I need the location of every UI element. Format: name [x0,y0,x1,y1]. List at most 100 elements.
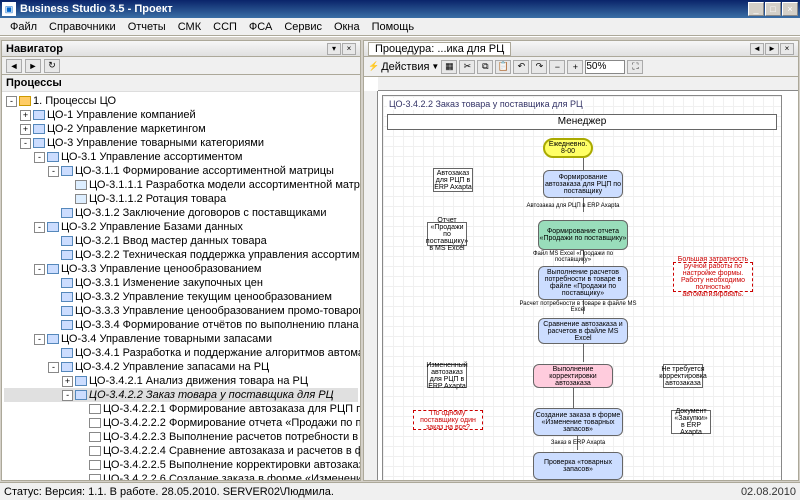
annotation[interactable]: По одному поставщику один заказ на все? [413,410,483,430]
annotation[interactable]: Большая затратность ручной работы по нас… [673,262,753,292]
expand-icon[interactable]: - [34,152,45,163]
diagram-prev-button[interactable]: ◄ [750,43,764,55]
expand-icon[interactable]: + [20,124,31,135]
expand-icon[interactable]: + [20,110,31,121]
tree-node[interactable]: - ЦО-3.3 Управление ценообразованием [4,262,358,276]
tree-node[interactable]: ЦО-3.4.2.2.5 Выполнение корректировки ав… [4,458,358,472]
expand-icon[interactable]: - [34,264,45,275]
tree-node[interactable]: ЦО-3.4.2.2.3 Выполнение расчетов потребн… [4,430,358,444]
cut-icon[interactable]: ✂ [459,60,475,74]
tree-node[interactable]: ЦО-3.1.2 Заключение договоров с поставщи… [4,206,358,220]
tree-node[interactable]: ЦО-3.3.4 Формирование отчётов по выполне… [4,318,358,332]
data-icon [75,194,87,204]
menu-ssp[interactable]: ССП [207,20,243,34]
zoom-fit-icon[interactable]: ⛶ [627,60,643,74]
tree-node[interactable]: -ЦО-3.4 Управление товарными запасами [4,332,358,346]
tree-node[interactable]: -ЦО-3.4.2.2 Заказ товара у поставщика дл… [4,388,358,402]
expand-icon[interactable]: - [20,138,31,149]
menu-references[interactable]: Справочники [43,20,122,34]
nav-pin-button[interactable]: ▾ [327,43,341,55]
forward-icon[interactable]: ► [25,59,41,73]
layout-icon[interactable]: ▦ [441,60,457,74]
tree-node[interactable]: ЦО-3.1.1.1 Разработка модели ассортимент… [4,178,358,192]
maximize-button[interactable]: □ [765,2,781,16]
tree-node[interactable]: ЦО-3.4.2.2.1 Формирование автозаказа для… [4,402,358,416]
minimize-button[interactable]: _ [748,2,764,16]
task-compare[interactable]: Сравнение автозаказа и расчетов в файле … [538,318,628,344]
process-tree[interactable]: -1. Процессы ЦО + ЦО-1 Управление компание… [2,92,360,480]
tree-node[interactable]: +ЦО-3.4.2.1 Анализ движения товара на РЦ [4,374,358,388]
expand-icon[interactable]: - [6,96,17,107]
expand-icon[interactable]: - [48,362,59,373]
tree-node[interactable]: ЦО-3.4.2.2.4 Сравнение автозаказа и расч… [4,444,358,458]
tree-node[interactable]: +ЦО-2 Управление маркетингом [4,122,358,136]
diagram-canvas[interactable]: ЦО-3.4.2.2 Заказ товара у поставщика для… [364,77,798,480]
data-object[interactable]: Измененный автозаказ для РЦП в ERP Axapt… [427,364,467,388]
data-object[interactable]: Документ «Закупки» в ERP Axapta [671,410,711,434]
copy-icon[interactable]: ⧉ [477,60,493,74]
task-stock-check[interactable]: Проверка «товарных запасов» [533,452,623,480]
zoom-out-icon[interactable]: − [549,60,565,74]
zoom-in-icon[interactable]: + [567,60,583,74]
data-object[interactable]: Отчет «Продажи по поставщику» в MS Excel [427,222,467,246]
menu-smk[interactable]: СМК [172,20,207,34]
menu-reports[interactable]: Отчеты [122,20,172,34]
expand-icon[interactable]: - [34,222,45,233]
tree-node[interactable]: -ЦО-3 Управление товарными категориями [4,136,358,150]
close-button[interactable]: × [782,2,798,16]
doc-icon [89,446,101,456]
diagram-page: ЦО-3.4.2.2 Заказ товара у поставщика для… [382,95,782,480]
tree-node[interactable]: ЦО-3.3.2 Управление текущим ценообразова… [4,290,358,304]
zoom-input[interactable] [585,60,625,74]
folder-icon [19,96,31,106]
paste-icon[interactable]: 📋 [495,60,511,74]
tree-node-label: ЦО-3.3 Управление ценообразованием [61,263,261,275]
nav-close-button[interactable]: × [342,43,356,55]
tree-node[interactable]: ЦО-3.4.1 Разработка и поддержание алгори… [4,346,358,360]
tree-node-label: ЦО-1 Управление компанией [47,109,196,121]
redo-icon[interactable]: ↷ [531,60,547,74]
tree-node[interactable]: -1. Процессы ЦО [4,94,358,108]
task-create-order[interactable]: Создание заказа в форме «Изменение товар… [533,408,623,436]
task-calc[interactable]: Выполнение расчетов потребности в товаре… [538,266,628,300]
tree-node[interactable]: ЦО-3.4.2.2.2 Формирование отчета «Продаж… [4,416,358,430]
tree-node[interactable]: ЦО-3.4.2.2.6 Создание заказа в форме «Из… [4,472,358,480]
proc-icon [61,250,73,260]
undo-icon[interactable]: ↶ [513,60,529,74]
tree-node[interactable]: ЦО-3.3.3 Управление ценообразованием про… [4,304,358,318]
task-correct[interactable]: Выполнение корректировки автозаказа [533,364,613,388]
tree-node[interactable]: + ЦО-1 Управление компанией [4,108,358,122]
menu-service[interactable]: Сервис [278,20,328,34]
tree-node-label: ЦО-3.3.3 Управление ценообразованием про… [75,305,360,317]
tree-node[interactable]: -ЦО-3.1.1 Формирование ассортиментной ма… [4,164,358,178]
expand-icon[interactable]: - [62,390,73,401]
expand-icon[interactable]: + [62,376,73,387]
menu-file[interactable]: Файл [4,20,43,34]
menu-help[interactable]: Помощь [366,20,421,34]
expand-icon[interactable]: - [48,166,59,177]
back-icon[interactable]: ◄ [6,59,22,73]
tree-node-label: ЦО-3.4.2 Управление запасами на РЦ [75,361,269,373]
diagram-close-button[interactable]: × [780,43,794,55]
actions-menu[interactable]: Действия [381,61,429,73]
data-object[interactable]: Автозаказ для РЦП в ERP Axapta [433,168,473,192]
tree-node[interactable]: -ЦО-3.2 Управление Базами данных [4,220,358,234]
refresh-icon[interactable]: ↻ [44,59,60,73]
expand-icon[interactable]: - [34,334,45,345]
data-object[interactable]: Не требуется корректировка автозаказа [663,364,703,388]
diagram-tab-title: Процедура: ...ика для РЦ [368,42,511,56]
task-report[interactable]: Формирование отчета «Продажи по поставщи… [538,220,628,250]
menu-windows[interactable]: Окна [328,20,366,34]
menu-fsa[interactable]: ФСА [243,20,278,34]
tree-node[interactable]: -ЦО-3.1 Управление ассортиментом [4,150,358,164]
proc-icon [75,376,87,386]
tree-node[interactable]: ЦО-3.2.1 Ввод мастер данных товара [4,234,358,248]
tree-node-label: ЦО-3.4.2.2.1 Формирование автозаказа для… [103,403,360,415]
tree-node[interactable]: ЦО-3.1.1.2 Ротация товара [4,192,358,206]
start-event[interactable]: Ежедневно. 8-00 [543,138,593,158]
tree-node[interactable]: ЦО-3.2.2 Техническая поддержка управлени… [4,248,358,262]
diagram-next-button[interactable]: ► [765,43,779,55]
tree-node[interactable]: ЦО-3.3.1 Изменение закупочных цен [4,276,358,290]
task-autozakaz[interactable]: Формирование автозаказа для РЦП по поста… [543,170,623,198]
tree-node[interactable]: - ЦО-3.4.2 Управление запасами на РЦ [4,360,358,374]
